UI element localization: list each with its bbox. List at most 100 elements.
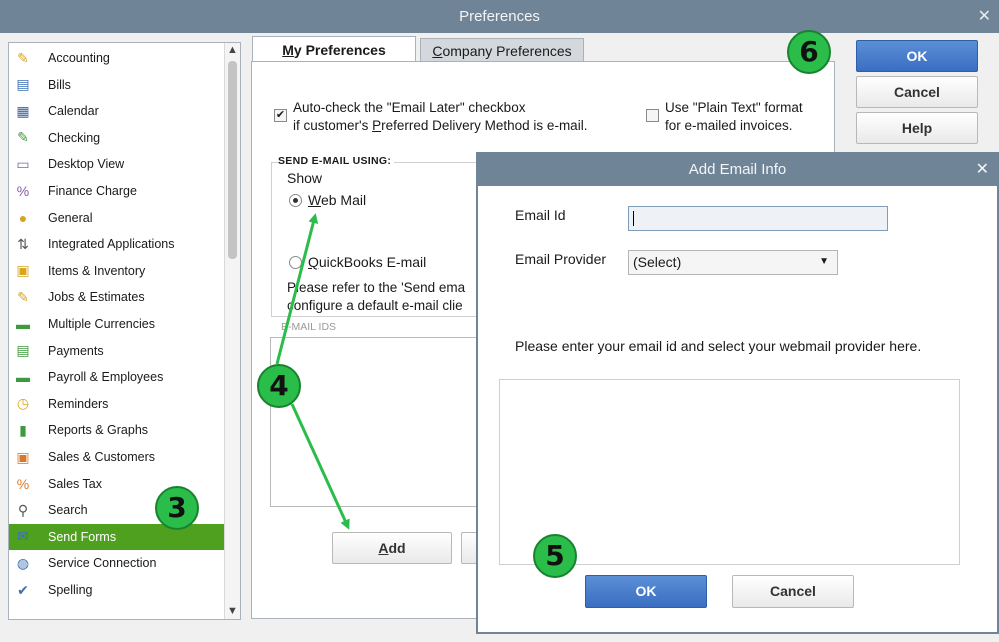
preferences-sidebar: ✎ Accounting ▤ Bills ▦ Calendar ✎ Checking ▭ Desk… bbox=[8, 42, 241, 620]
sidebar-item[interactable]: ▣ Sales & Customers bbox=[9, 444, 224, 470]
integrated-applications-icon: ⇅ bbox=[17, 235, 29, 252]
email-ids-label: E-MAIL IDS bbox=[281, 321, 337, 333]
sidebar-item-label: Bills bbox=[48, 77, 71, 92]
sidebar-item-label: Jobs & Estimates bbox=[48, 290, 145, 305]
sidebar-item-label: Payments bbox=[48, 343, 104, 358]
sidebar-item[interactable]: ▦ Calendar bbox=[9, 98, 224, 124]
dialog-cancel-button[interactable]: Cancel bbox=[732, 575, 854, 608]
jobs-estimates-icon: ✎ bbox=[17, 288, 29, 305]
desktop-view-icon: ▭ bbox=[16, 155, 30, 172]
dialog-title: Add Email Info bbox=[688, 161, 787, 178]
callout-badge-5: 5 bbox=[533, 534, 577, 578]
service-connection-icon: ◍ bbox=[16, 554, 30, 571]
sidebar-item-label: Finance Charge bbox=[48, 184, 137, 198]
sidebar-item[interactable]: % Finance Charge bbox=[9, 178, 224, 204]
items-inventory-icon: ▣ bbox=[16, 262, 30, 279]
sidebar-item[interactable]: ▣ Items & Inventory bbox=[9, 258, 224, 284]
sidebar-item[interactable]: ▮ Reports & Graphs bbox=[9, 417, 224, 443]
window-title-bar: Preferences ✕ bbox=[0, 0, 999, 33]
sidebar-item-label: Reminders bbox=[48, 396, 109, 411]
multiple-currencies-icon: ▬ bbox=[16, 316, 30, 332]
sidebar-item-label: Integrated Applications bbox=[48, 237, 175, 252]
sidebar-item[interactable]: ✎ Accounting bbox=[9, 45, 224, 71]
web-mail-radio[interactable] bbox=[289, 194, 302, 207]
sales-tax-icon: % bbox=[16, 475, 30, 492]
text-cursor bbox=[633, 211, 634, 226]
sidebar-item[interactable]: ▬ Multiple Currencies bbox=[9, 311, 224, 337]
window-title: Preferences bbox=[459, 8, 540, 25]
dialog-title-bar: Add Email Info ✕ bbox=[478, 154, 997, 186]
web-mail-label[interactable]: Web Mail bbox=[308, 191, 366, 209]
plain-text-format-checkbox[interactable] bbox=[646, 109, 659, 122]
sidebar-item[interactable]: ◍ Service Connection bbox=[9, 550, 224, 576]
tab-company-preferences[interactable]: Company Preferences bbox=[420, 38, 584, 63]
quickbooks-email-radio[interactable] bbox=[289, 256, 302, 269]
accounting-icon: ✎ bbox=[17, 49, 29, 66]
email-id-input[interactable] bbox=[628, 206, 888, 231]
sidebar-item-label: Calendar bbox=[48, 104, 99, 119]
email-id-label: Email Id bbox=[515, 207, 566, 223]
sidebar-item[interactable]: ✉ Send Forms bbox=[9, 523, 224, 550]
spelling-icon: ✔ bbox=[17, 581, 29, 598]
sidebar-item-label: Multiple Currencies bbox=[48, 317, 155, 331]
sidebar-item[interactable]: ◷ Reminders bbox=[9, 391, 224, 417]
sales-customers-icon: ▣ bbox=[16, 448, 30, 465]
tab-my-preferences[interactable]: My Preferences bbox=[252, 36, 416, 64]
email-ids-list[interactable] bbox=[270, 337, 485, 507]
reports-graphs-icon: ▮ bbox=[19, 421, 27, 438]
dialog-close-icon[interactable]: ✕ bbox=[976, 154, 989, 186]
ok-button[interactable]: OK bbox=[856, 40, 978, 72]
scroll-down-icon[interactable]: ▼ bbox=[227, 605, 238, 617]
dialog-info-area bbox=[499, 379, 960, 565]
dialog-ok-button[interactable]: OK bbox=[585, 575, 707, 608]
auto-check-label: Auto-check the "Email Later" checkbox if… bbox=[293, 100, 588, 133]
callout-badge-4: 4 bbox=[257, 364, 301, 408]
sidebar-item-label: Sales & Customers bbox=[48, 450, 155, 464]
help-button[interactable]: Help bbox=[856, 112, 978, 144]
sidebar-item-label: Spelling bbox=[48, 583, 93, 597]
plain-text-label: Use "Plain Text" format for e-mailed inv… bbox=[665, 100, 803, 133]
sidebar-item[interactable]: ▭ Desktop View bbox=[9, 151, 224, 177]
sidebar-item-label: Payroll & Employees bbox=[48, 370, 164, 385]
auto-check-email-later-checkbox[interactable]: ✔ bbox=[274, 109, 287, 122]
send-forms-icon: ✉ bbox=[17, 528, 29, 545]
checking-icon: ✎ bbox=[17, 129, 29, 146]
sidebar-item-label: Search bbox=[48, 503, 88, 518]
scroll-up-icon[interactable]: ▲ bbox=[227, 44, 238, 56]
send-email-using-legend: SEND E-MAIL USING: bbox=[278, 152, 395, 170]
sidebar-scrollbar[interactable]: ▲ ▼ bbox=[224, 43, 240, 619]
callout-badge-6: 6 bbox=[787, 30, 831, 74]
reminders-icon: ◷ bbox=[16, 395, 30, 412]
email-provider-label: Email Provider bbox=[515, 251, 607, 267]
sidebar-item-label: Items & Inventory bbox=[48, 263, 146, 278]
scroll-thumb[interactable] bbox=[228, 61, 237, 259]
email-provider-select[interactable]: (Select) ▼ bbox=[628, 250, 838, 275]
bills-icon: ▤ bbox=[16, 76, 30, 93]
quickbooks-email-label[interactable]: QuickBooks E-mail bbox=[308, 253, 426, 271]
chevron-down-icon: ▼ bbox=[819, 256, 829, 267]
sidebar-item[interactable]: ▤ Payments bbox=[9, 338, 224, 364]
sidebar-item-label: Send Forms bbox=[48, 529, 117, 544]
send-email-note: Please refer to the 'Send ema configure … bbox=[287, 280, 466, 313]
show-label: Show bbox=[287, 170, 323, 186]
search-icon: ⚲ bbox=[17, 501, 29, 518]
sidebar-item[interactable]: ⇅ Integrated Applications bbox=[9, 231, 224, 257]
sidebar-item-label: General bbox=[48, 210, 93, 225]
add-button[interactable]: Add bbox=[332, 532, 452, 564]
sidebar-item[interactable]: ▤ Bills bbox=[9, 72, 224, 98]
sidebar-item[interactable]: ✔ Spelling bbox=[9, 577, 224, 603]
sidebar-item-label: Accounting bbox=[48, 51, 110, 65]
sidebar-item[interactable]: ▬ Payroll & Employees bbox=[9, 364, 224, 390]
cancel-button[interactable]: Cancel bbox=[856, 76, 978, 108]
payments-icon: ▤ bbox=[16, 342, 30, 359]
sidebar-item[interactable]: ✎ Jobs & Estimates bbox=[9, 284, 224, 310]
sidebar-item[interactable]: ● General bbox=[9, 205, 224, 231]
general-icon: ● bbox=[18, 209, 28, 226]
sidebar-item-label: Reports & Graphs bbox=[48, 423, 149, 438]
sidebar-item-label: Service Connection bbox=[48, 556, 157, 571]
sidebar-item-label: Checking bbox=[48, 130, 101, 145]
sidebar-item-label: Sales Tax bbox=[48, 476, 102, 491]
sidebar-item[interactable]: ✎ Checking bbox=[9, 125, 224, 151]
dialog-hint: Please enter your email id and select yo… bbox=[515, 338, 922, 354]
close-icon[interactable]: ✕ bbox=[978, 0, 991, 33]
